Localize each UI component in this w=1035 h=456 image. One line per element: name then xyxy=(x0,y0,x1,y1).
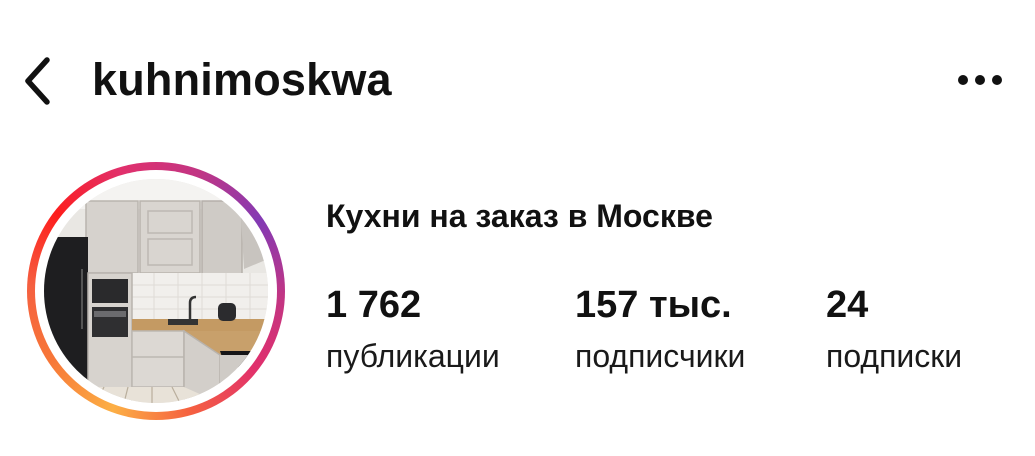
stat-following[interactable]: 24 подписки xyxy=(826,282,962,376)
back-button[interactable] xyxy=(18,52,58,110)
avatar[interactable] xyxy=(44,179,268,403)
more-options-button[interactable] xyxy=(952,62,1008,98)
avatar-border xyxy=(35,170,277,412)
stat-followers-value: 157 тыс. xyxy=(575,284,732,326)
stat-posts-label: публикации xyxy=(326,338,500,374)
stat-following-label: подписки xyxy=(826,338,963,374)
stat-followers-label: подписчики xyxy=(575,338,746,374)
profile-username: kuhnimoskwa xyxy=(92,54,392,105)
story-ring xyxy=(27,162,285,420)
profile-display-name: Кухни на заказ в Москве xyxy=(326,198,713,234)
kitchen-photo xyxy=(44,179,268,403)
stat-followers[interactable]: 157 тыс. подписчики xyxy=(575,282,745,376)
stat-following-value: 24 xyxy=(826,284,869,326)
chevron-left-icon xyxy=(25,57,50,105)
stat-posts[interactable]: 1 762 публикации xyxy=(326,282,500,376)
stat-posts-value: 1 762 xyxy=(326,284,422,326)
more-horizontal-icon xyxy=(958,75,1002,85)
